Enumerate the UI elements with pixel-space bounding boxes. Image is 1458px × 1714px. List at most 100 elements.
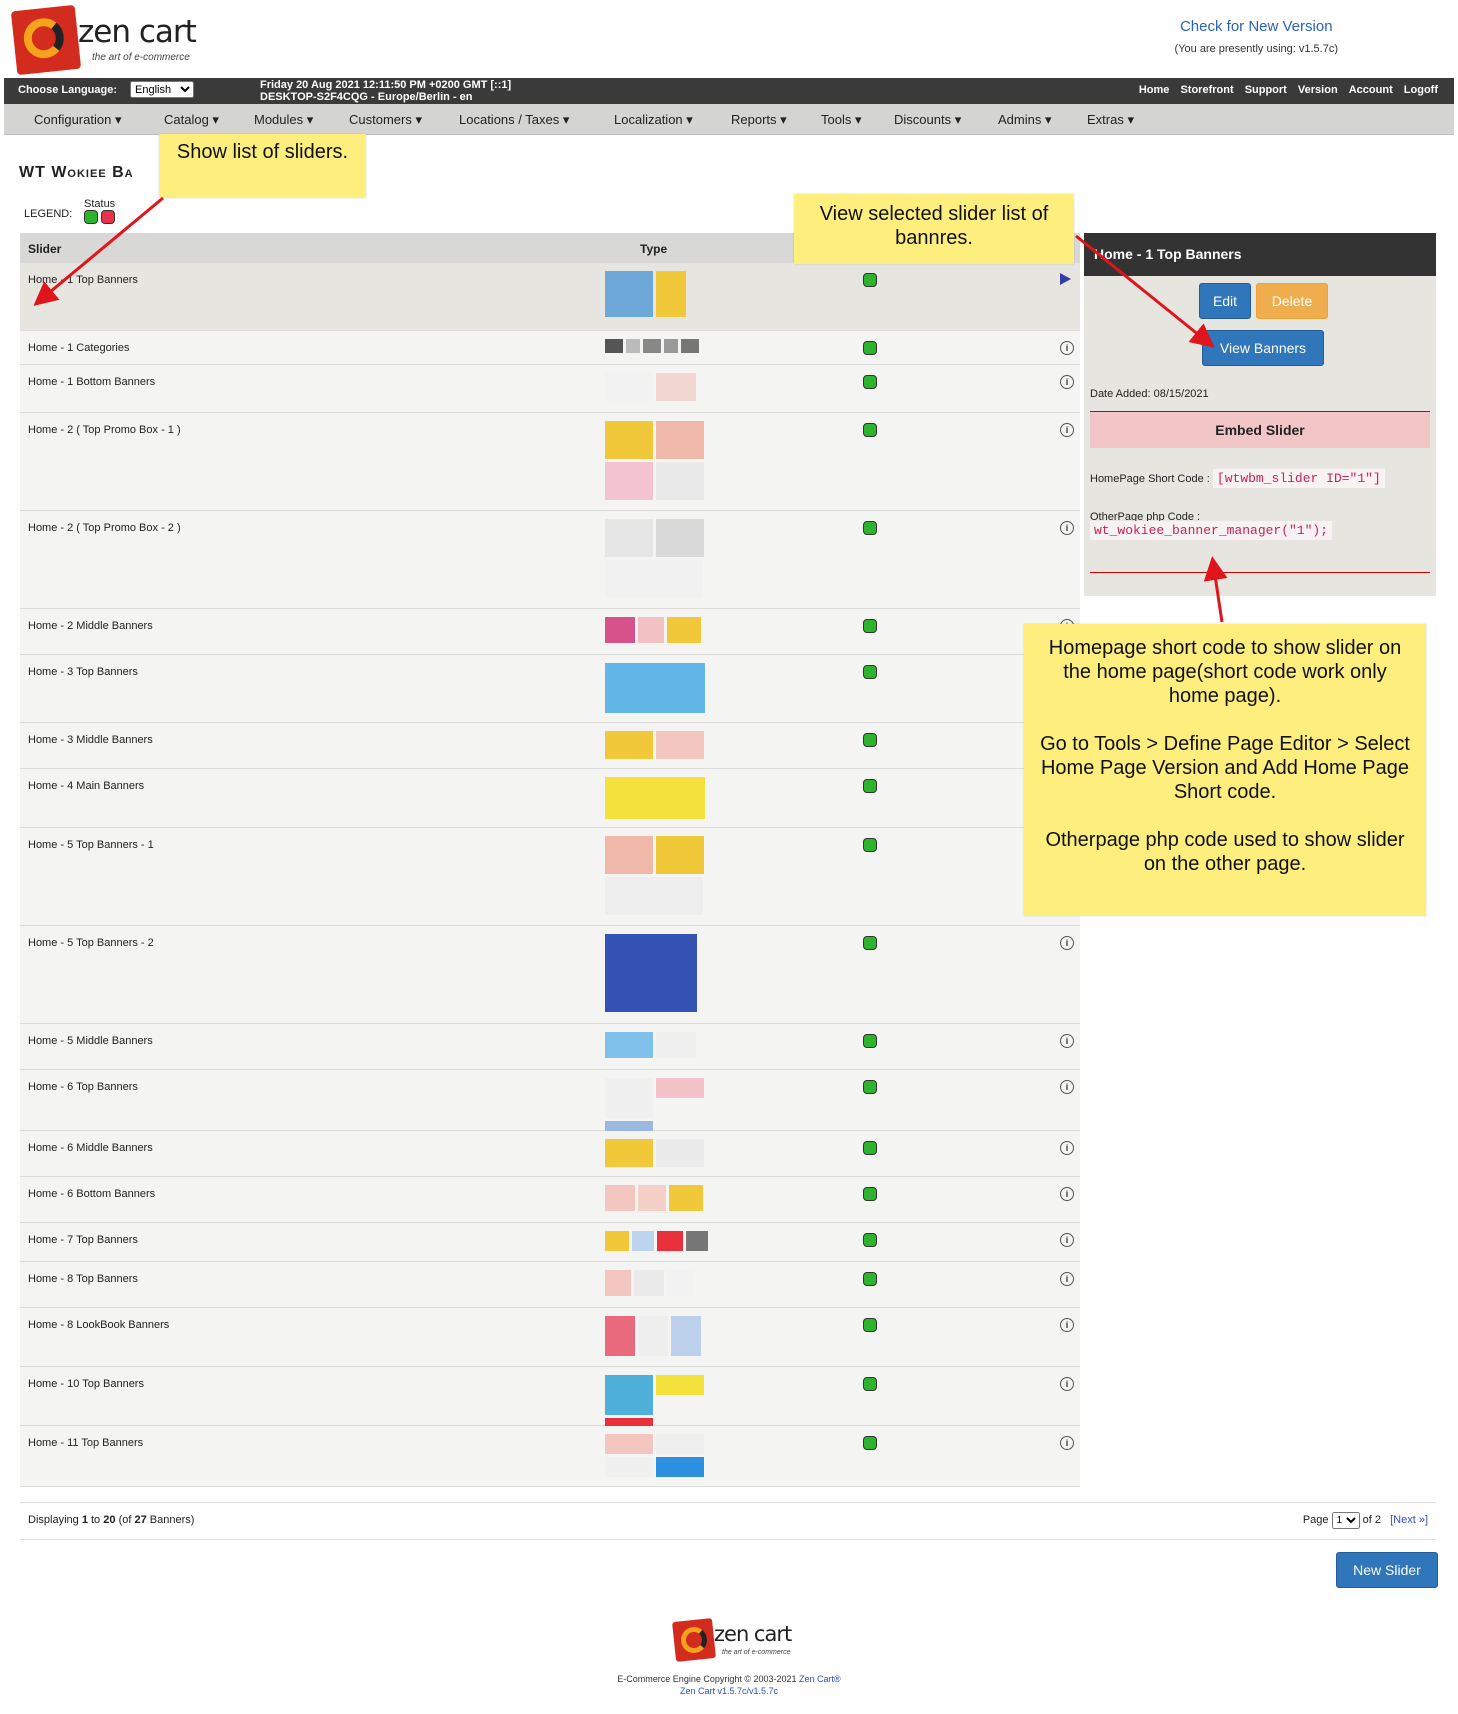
info-icon[interactable]: i [1060, 1080, 1074, 1094]
top-link-version[interactable]: Version [1298, 84, 1338, 96]
choose-language-label: Choose Language: [18, 84, 118, 96]
status-toggle[interactable] [863, 733, 877, 750]
divider [1090, 572, 1430, 573]
info-icon[interactable]: i [1060, 341, 1074, 355]
table-row[interactable]: Home - 1 Top Banners [20, 263, 1080, 331]
info-icon[interactable]: i [1060, 1233, 1074, 1247]
table-row[interactable]: Home - 1 Bottom Banners i [20, 365, 1080, 413]
status-toggle[interactable] [863, 1187, 877, 1204]
info-icon[interactable]: i [1060, 936, 1074, 950]
status-toggle[interactable] [863, 521, 877, 538]
table-row[interactable]: Home - 10 Top Banners i [20, 1367, 1080, 1436]
status-toggle[interactable] [863, 1233, 877, 1250]
current-version-text: (You are presently using: v1.5.7c) [1174, 43, 1338, 55]
table-row[interactable]: Home - 8 Top Banners i [20, 1262, 1080, 1308]
zen-cart-logo[interactable]: zen cart the art of e-commerce [10, 4, 204, 76]
check-new-version-link[interactable]: Check for New Version [1175, 18, 1338, 35]
menu-customers[interactable]: Customers ▾ [349, 112, 422, 128]
top-link-support[interactable]: Support [1245, 84, 1287, 96]
menu-modules[interactable]: Modules ▾ [254, 112, 313, 128]
zen-cart-link[interactable]: Zen Cart® [799, 1674, 841, 1684]
status-active-icon [863, 665, 877, 679]
status-toggle[interactable] [863, 423, 877, 440]
table-row[interactable]: Home - 8 LookBook Banners i [20, 1308, 1080, 1367]
info-icon[interactable]: i [1060, 375, 1074, 389]
table-row[interactable]: Home - 1 Categories i [20, 331, 1080, 365]
status-toggle[interactable] [863, 1141, 877, 1158]
table-row[interactable]: Home - 6 Middle Banners i [20, 1131, 1080, 1177]
table-row[interactable]: Home - 7 Top Banners i [20, 1223, 1080, 1262]
table-row[interactable]: Home - 2 ( Top Promo Box - 1 ) i [20, 413, 1080, 511]
menu-locations-taxes[interactable]: Locations / Taxes ▾ [459, 112, 569, 128]
range-to: 20 [103, 1514, 116, 1526]
status-toggle[interactable] [863, 341, 877, 358]
menu-configuration[interactable]: Configuration ▾ [34, 112, 121, 128]
status-toggle[interactable] [863, 936, 877, 953]
banner-thumbnail [605, 777, 705, 819]
page-title: WT Wokiee Ba [19, 164, 134, 181]
table-row[interactable]: Home - 6 Top Banners i [20, 1070, 1080, 1139]
language-select[interactable]: English [130, 81, 194, 98]
table-row[interactable]: Home - 11 Top Banners i [20, 1426, 1080, 1487]
info-icon[interactable]: i [1060, 521, 1074, 535]
table-row[interactable]: Home - 3 Middle Bannersi [20, 723, 1080, 769]
status-toggle[interactable] [863, 1318, 877, 1335]
status-active-icon [863, 341, 877, 355]
new-slider-button[interactable]: New Slider [1336, 1552, 1438, 1588]
top-link-account[interactable]: Account [1349, 84, 1393, 96]
edit-button[interactable]: Edit [1199, 283, 1251, 319]
status-active-icon [863, 1080, 877, 1094]
table-row[interactable]: Home - 6 Bottom Banners i [20, 1177, 1080, 1223]
status-toggle[interactable] [863, 1080, 877, 1097]
table-row[interactable]: Home - 4 Main Bannersi [20, 769, 1080, 828]
banner-thumbnail [656, 1434, 704, 1454]
menu-discounts[interactable]: Discounts ▾ [894, 112, 961, 128]
slider-type-thumbnails [605, 339, 709, 353]
status-toggle[interactable] [863, 375, 877, 392]
table-row[interactable]: Home - 2 ( Top Promo Box - 2 ) i [20, 511, 1080, 609]
top-link-storefront[interactable]: Storefront [1180, 84, 1233, 96]
status-toggle[interactable] [863, 1436, 877, 1453]
status-active-icon [863, 1436, 877, 1450]
view-banners-button[interactable]: View Banners [1202, 330, 1324, 366]
menu-tools[interactable]: Tools ▾ [821, 112, 862, 128]
otherpage-code-value: wt_wokiee_banner_manager("1"); [1090, 521, 1333, 540]
status-toggle[interactable] [863, 838, 877, 855]
status-toggle[interactable] [863, 1034, 877, 1051]
table-row[interactable]: Home - 5 Top Banners - 1i [20, 828, 1080, 926]
menu-extras[interactable]: Extras ▾ [1087, 112, 1134, 128]
total-prefix: (of [118, 1514, 132, 1526]
status-toggle[interactable] [863, 665, 877, 682]
table-row[interactable]: Home - 5 Middle Banners i [20, 1024, 1080, 1070]
delete-button[interactable]: Delete [1256, 283, 1328, 319]
menu-localization[interactable]: Localization ▾ [614, 112, 693, 128]
banner-thumbnail [657, 1231, 683, 1251]
info-icon[interactable]: i [1060, 1436, 1074, 1450]
range-to-word: to [91, 1514, 101, 1526]
info-icon[interactable]: i [1060, 1377, 1074, 1391]
next-page-link[interactable]: [Next »] [1390, 1514, 1428, 1526]
info-icon[interactable]: i [1060, 1318, 1074, 1332]
menu-catalog[interactable]: Catalog ▾ [164, 112, 219, 128]
top-link-logoff[interactable]: Logoff [1404, 84, 1438, 96]
status-toggle[interactable] [863, 779, 877, 796]
table-row[interactable]: Home - 3 Top Bannersi [20, 655, 1080, 723]
page-select[interactable]: 1 [1331, 1512, 1360, 1529]
slider-type-thumbnails [605, 519, 709, 598]
menu-admins[interactable]: Admins ▾ [998, 112, 1052, 128]
homepage-shortcode-label: HomePage Short Code : [1090, 473, 1210, 485]
status-toggle[interactable] [863, 1272, 877, 1289]
info-icon[interactable]: i [1060, 1034, 1074, 1048]
top-link-home[interactable]: Home [1139, 84, 1170, 96]
status-toggle[interactable] [863, 1377, 877, 1394]
status-toggle[interactable] [863, 619, 877, 636]
info-icon[interactable]: i [1060, 1272, 1074, 1286]
info-icon[interactable]: i [1060, 1141, 1074, 1155]
info-icon[interactable]: i [1060, 423, 1074, 437]
table-row[interactable]: Home - 2 Middle Bannersi [20, 609, 1080, 655]
status-toggle[interactable] [863, 273, 877, 290]
menu-reports[interactable]: Reports ▾ [731, 112, 787, 128]
table-row[interactable]: Home - 5 Top Banners - 2 i [20, 926, 1080, 1024]
slider-name: Home - 7 Top Banners [28, 1234, 138, 1246]
info-icon[interactable]: i [1060, 1187, 1074, 1201]
